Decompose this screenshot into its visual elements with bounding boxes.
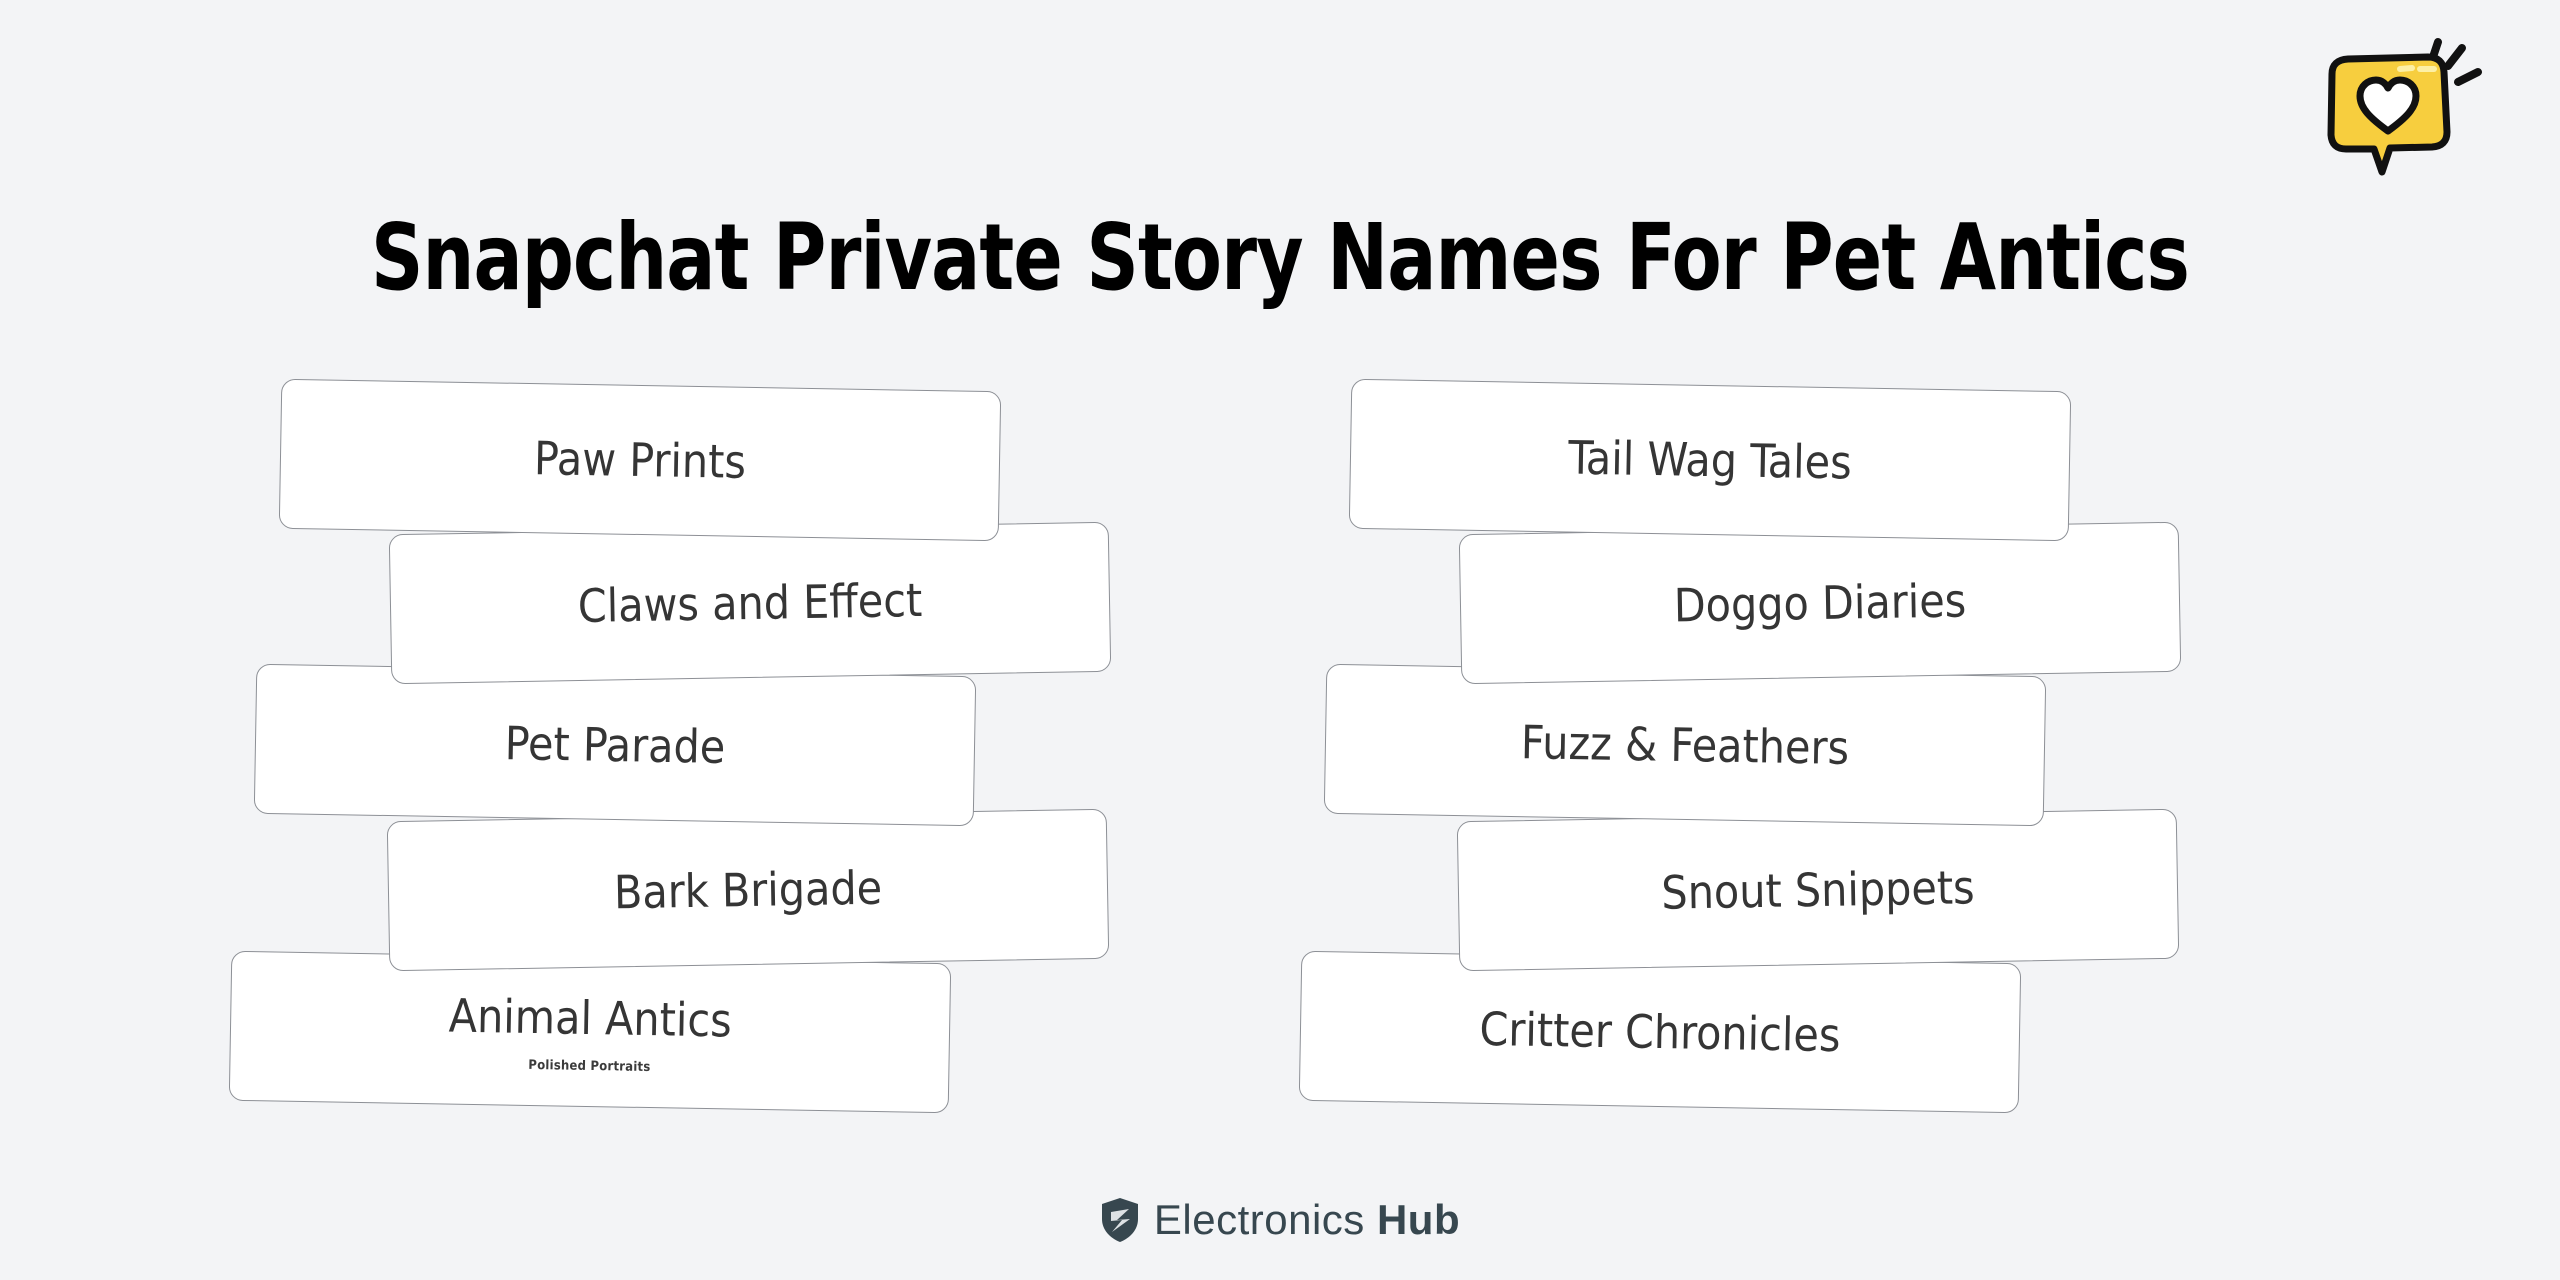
name-card[interactable]: Bark Brigade	[386, 808, 1110, 972]
name-card-label: Doggo Diaries	[1673, 573, 1967, 633]
name-card-subtitle: Polished Portraits	[528, 1057, 651, 1075]
name-card[interactable]: Critter Chronicles	[1298, 950, 2022, 1114]
footer-brand-light: Electronics	[1153, 1196, 1365, 1243]
footer-brand-bold: Hub	[1376, 1196, 1461, 1243]
name-card-label: Fuzz & Feathers	[1520, 715, 1850, 775]
name-card[interactable]: Fuzz & Feathers	[1323, 663, 2047, 827]
card-column-left: Paw Prints Claws and Effect Pet Parade B…	[228, 378, 1200, 1125]
name-card-label: Pet Parade	[504, 716, 726, 774]
name-card-label: Critter Chronicles	[1479, 1001, 1841, 1063]
speech-bubble-heart-sticker	[2308, 28, 2508, 188]
shield-icon	[1101, 1198, 1138, 1242]
name-card[interactable]: Snout Snippets	[1456, 808, 2180, 972]
footer-brand: Electronics Hub	[0, 1196, 2560, 1244]
name-card-label: Paw Prints	[533, 431, 747, 489]
name-card-label: Animal Antics	[448, 988, 733, 1047]
name-card[interactable]: Tail Wag Tales	[1348, 378, 2072, 542]
name-card[interactable]: Paw Prints	[278, 378, 1002, 542]
name-card[interactable]: Pet Parade	[253, 663, 977, 827]
name-card[interactable]: Animal Antics Polished Portraits	[228, 950, 952, 1114]
name-card-label: Bark Brigade	[613, 860, 883, 920]
footer-brand-text: Electronics Hub	[1154, 1196, 1460, 1244]
name-card-label: Tail Wag Tales	[1567, 430, 1853, 490]
name-card[interactable]: Claws and Effect	[388, 521, 1112, 685]
page-header: Snapchat Private Story Names For Pet Ant…	[0, 150, 2560, 365]
name-card-label: Snout Snippets	[1660, 860, 1976, 920]
card-column-right: Tail Wag Tales Doggo Diaries Fuzz & Feat…	[1298, 378, 2270, 1125]
page-title: Snapchat Private Story Names For Pet Ant…	[370, 203, 2190, 311]
card-columns: Paw Prints Claws and Effect Pet Parade B…	[0, 378, 2560, 1125]
name-card[interactable]: Doggo Diaries	[1458, 521, 2182, 685]
speech-bubble-heart-icon	[2327, 38, 2482, 176]
name-card-label: Claws and Effect	[577, 572, 923, 634]
